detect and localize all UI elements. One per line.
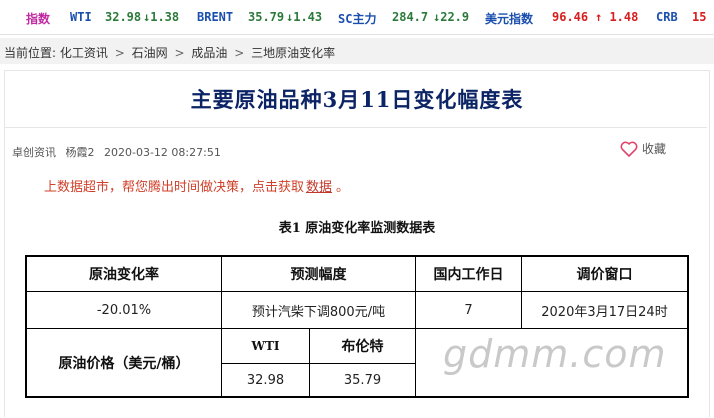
breadcrumb-separator: >: [174, 46, 185, 60]
cell-change-rate: -20.01%: [96, 302, 152, 318]
ticker-wti-value: 32.98: [105, 10, 142, 24]
breadcrumb-item-oil[interactable]: 石油网: [132, 46, 168, 60]
ticker-crb-value: 15: [692, 10, 707, 24]
title-divider: [5, 127, 707, 128]
ticker-wti-change: ↓1.38: [143, 10, 180, 24]
ticker-sc-change: ↓22.9: [433, 10, 470, 24]
ticker-usd-value: 96.46: [552, 10, 589, 24]
cell-brent-price: 35.79: [343, 372, 382, 388]
heart-icon: [620, 141, 638, 157]
promo-end: 。: [336, 180, 350, 195]
breadcrumb-item-products[interactable]: 成品油: [191, 46, 227, 60]
breadcrumb-prefix: 当前位置:: [4, 46, 57, 60]
ticker-wti-label[interactable]: WTI: [70, 10, 92, 24]
table-caption: 表1 原油变化率监测数据表: [278, 221, 436, 236]
breadcrumb-item-chem[interactable]: 化工资讯: [60, 46, 108, 60]
ticker-brent-change: ↓1.43: [286, 10, 323, 24]
favorite-label: 收藏: [642, 142, 667, 156]
ticker-sc-value: 284.7: [392, 10, 429, 24]
header-forecast: 预测幅度: [290, 267, 347, 283]
promo-text: 上数据超市，帮您腾出时间做决策，点击获取: [44, 180, 305, 195]
favorite-button[interactable]: 收藏: [620, 140, 666, 157]
header-wti: WTI: [251, 339, 280, 353]
oil-change-table: 原油变化率 预测幅度 国内工作日 调价窗口 -20.01% 预计汽柴下调800元…: [25, 255, 689, 398]
article-datetime: 2020-03-12 08:27:51: [104, 146, 221, 159]
header-change-rate: 原油变化率: [89, 267, 159, 283]
price-label: 原油价格（美元/桶）: [58, 355, 190, 372]
header-price-window: 调价窗口: [576, 267, 633, 283]
header-brent: 布伦特: [341, 339, 384, 355]
article-author: 杨霞2: [65, 146, 95, 159]
ticker-brent-label[interactable]: BRENT: [197, 10, 233, 24]
breadcrumb-separator: >: [234, 46, 245, 60]
ticker-usd-label[interactable]: 美元指数: [485, 10, 533, 27]
article-meta: 卓创资讯 杨霞2 2020-03-12 08:27:51: [12, 144, 227, 160]
cell-forecast: 预计汽柴下调800元/吨: [251, 304, 386, 320]
header-workdays: 国内工作日: [433, 267, 504, 283]
ticker-brent-value: 35.79: [248, 10, 285, 24]
ticker-usd-change: ↑ 1.48: [595, 10, 639, 24]
watermark: gdmm.com: [443, 332, 667, 376]
ticker-crb-label[interactable]: CRB: [656, 10, 678, 24]
promo-data-link[interactable]: 数据: [306, 180, 332, 195]
article-title: 主要原油品种3月11日变化幅度表: [190, 87, 524, 112]
cell-wti-price: 32.98: [246, 372, 285, 388]
article-source[interactable]: 卓创资讯: [12, 146, 56, 159]
cell-price-window: 2020年3月17日24时: [541, 304, 668, 320]
cell-workdays: 7: [464, 302, 473, 318]
market-ticker: 指数 WTI 32.98 ↓1.38 BRENT 35.79 ↓1.43 SC主…: [0, 0, 714, 35]
breadcrumb-item-current[interactable]: 三地原油变化率: [251, 46, 335, 60]
promo-line: 上数据超市，帮您腾出时间做决策，点击获取 数据。: [44, 176, 349, 195]
ticker-sc-label[interactable]: SC主力: [338, 10, 376, 27]
ticker-index-label[interactable]: 指数: [26, 10, 50, 27]
breadcrumb-separator: >: [114, 46, 125, 60]
breadcrumb: 当前位置: 化工资讯 > 石油网 > 成品油 > 三地原油变化率: [0, 38, 714, 64]
